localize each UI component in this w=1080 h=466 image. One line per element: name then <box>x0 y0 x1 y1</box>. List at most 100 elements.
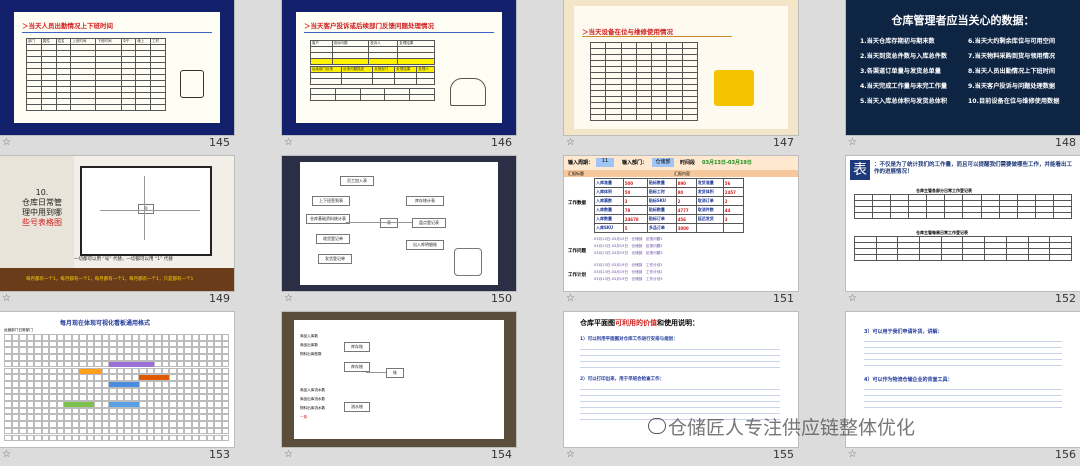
grid-cell <box>41 394 49 401</box>
grid-cell <box>221 387 229 395</box>
grid-cell <box>169 407 177 415</box>
grid-cell <box>214 354 222 361</box>
grid-cell <box>131 347 139 355</box>
grid-cell <box>161 354 169 361</box>
grid-cell <box>124 394 132 401</box>
table-cell: 入库数量 <box>594 214 624 224</box>
grid-cell <box>206 407 214 415</box>
grid-cell <box>94 401 102 408</box>
slide-number: 154 <box>491 448 512 461</box>
period-input[interactable]: 11 <box>596 158 614 167</box>
grid-cell <box>131 414 139 422</box>
grid-cell <box>19 414 27 422</box>
slide-thumbnail[interactable]: 10. 仓库日常管 理中用到哪 些号表格图 号 一切都可以用 “号” 代替，一切… <box>0 156 234 309</box>
grid-cell <box>26 340 34 348</box>
grid-cell <box>131 334 139 341</box>
grid-cell <box>176 367 184 375</box>
grid-cell <box>214 367 222 375</box>
mind-node: 仓库基础资料统计表 <box>306 214 350 224</box>
grid-cell <box>139 387 147 395</box>
date-range-value: 03月13日-03月19日 <box>702 160 752 166</box>
paragraph-heading: 4）可以作为物流仓储企业的背面工具： <box>864 377 953 383</box>
grid-cell <box>64 334 72 341</box>
slide-thumbnail[interactable]: 3）可以用于我们申请补货，讲解： 4）可以作为物流仓储企业的背面工具： ☆ 156 <box>846 312 1080 465</box>
grid-cell <box>214 347 222 355</box>
slide-title: ＞当天设备在位与维修使用情况 <box>582 28 673 36</box>
slide-number: 147 <box>773 136 794 149</box>
grid-cell <box>34 374 42 381</box>
table-cell: 贴标工时 <box>646 187 677 197</box>
grid-cell <box>139 421 147 428</box>
gantt-bar <box>139 375 169 381</box>
grid-cell <box>199 401 207 408</box>
grid-cell <box>176 374 184 381</box>
grid-cell <box>86 380 94 388</box>
grid-cell <box>154 401 162 408</box>
grid-cell <box>154 367 162 375</box>
table-cell: 3000 <box>675 223 697 233</box>
slide-thumbnail[interactable]: 表 ：不仅是为了统计我们的工作量，而且可以提醒我们需要做哪些工作，并能看出工作的… <box>846 156 1080 309</box>
grid-cell <box>79 414 87 422</box>
grid-cell <box>34 394 42 401</box>
grid-cell <box>184 334 192 341</box>
problem-row: 03月13日-03月19日 仓储部 反馈问题2 <box>594 244 663 248</box>
grid-cell <box>146 347 154 355</box>
table-cell: 入库准量 <box>594 178 624 188</box>
grid-cell <box>94 434 102 442</box>
slide-thumbnail[interactable]: 每月现在体现可视化看板通用格式 运营部门日常部门 ☆ 153 <box>0 312 234 465</box>
slide-thumbnail[interactable]: 输入周期： 11 输入部门： 仓储部 时间段 03月13日-03月19日 汇报标… <box>564 156 798 309</box>
table-cell: 2 <box>722 196 745 206</box>
slide-thumbnail[interactable]: 表 员工加入表 上下班签到表 仓库基础资料统计表 收货登记单 发货登记单 库存统… <box>282 156 516 309</box>
grid-cell <box>154 407 162 415</box>
slide-thumbnail[interactable]: 仓库平面图可利用的价值和使用说明： 1）可以利用平面图对仓库工作进行安排与规划：… <box>564 312 798 465</box>
grid-cell <box>101 421 109 428</box>
gantt-bar <box>64 402 94 407</box>
grid-cell <box>56 334 64 341</box>
grid-cell <box>161 340 169 348</box>
slide-thumbnail[interactable]: 账 库存账 库存账 流水账 商品入库数 商品出库数 物料出库账数 商品入库流水数… <box>282 312 516 465</box>
grid-cell <box>26 334 34 341</box>
grid-cell <box>221 414 229 422</box>
mind-leaf: 物料出库流水数 <box>300 406 326 410</box>
grid-cell <box>4 401 12 408</box>
grid-cell <box>41 401 49 408</box>
slide-thumbnail[interactable]: ＞当天人员出勤情况上下班时间 部门 属性 姓名 上班时间 下班时间 中午 晚上 工时 ☆ 145 <box>0 0 234 153</box>
slide-number: 145 <box>209 136 230 149</box>
department-input[interactable]: 仓储部 <box>652 158 674 167</box>
grid-cell <box>109 414 117 422</box>
slide-number: 156 <box>1055 448 1076 461</box>
grid-cell <box>101 401 109 408</box>
problem-row: 03月13日-03月19日 仓储部 反馈问题3 <box>594 251 663 255</box>
grid-cell <box>131 374 139 381</box>
section-label: 工作数据 <box>568 201 586 206</box>
grid-cell <box>34 427 42 435</box>
slide-thumbnail[interactable]: ＞当天客户投诉或后续部门反馈问题处理情况 客户 投诉问题 投诉人 处理结果 后续… <box>282 0 516 153</box>
grid-cell <box>191 340 199 348</box>
grid-cell <box>4 347 12 355</box>
grid-cell <box>49 421 57 428</box>
wechat-icon <box>648 418 666 434</box>
slide-thumbnail[interactable]: ＞当天设备在位与维修使用情况 ☆ 147 <box>564 0 798 153</box>
grid-cell <box>56 414 64 422</box>
grid-cell <box>199 347 207 355</box>
grid-cell <box>139 334 147 341</box>
grid-cell <box>41 360 49 368</box>
center-node: 号 <box>138 204 154 214</box>
grid-cell <box>56 380 64 388</box>
table-row: 入库体积 50 贴标工时 80 发货体积 2457 <box>594 187 745 197</box>
grid-cell <box>116 367 124 375</box>
grid-cell <box>64 427 72 435</box>
grid-cell <box>116 387 124 395</box>
slide-number: 153 <box>209 448 230 461</box>
grid-cell <box>71 380 79 388</box>
grid-cell <box>146 387 154 395</box>
star-icon: ☆ <box>848 449 857 460</box>
mind-node: 流水账 <box>344 402 370 412</box>
slide-thumbnail[interactable]: 仓库管理者应当关心的数据： 1.当天仓库存期初与期末数 2.当天到货总件数与入库… <box>846 0 1080 153</box>
grid-cell <box>199 407 207 415</box>
list-item: 1.当天仓库存期初与期末数 <box>860 38 935 45</box>
grid-cell <box>94 340 102 348</box>
grid-cell <box>71 407 79 415</box>
grid-cell <box>184 427 192 435</box>
grid-cell <box>56 360 64 368</box>
